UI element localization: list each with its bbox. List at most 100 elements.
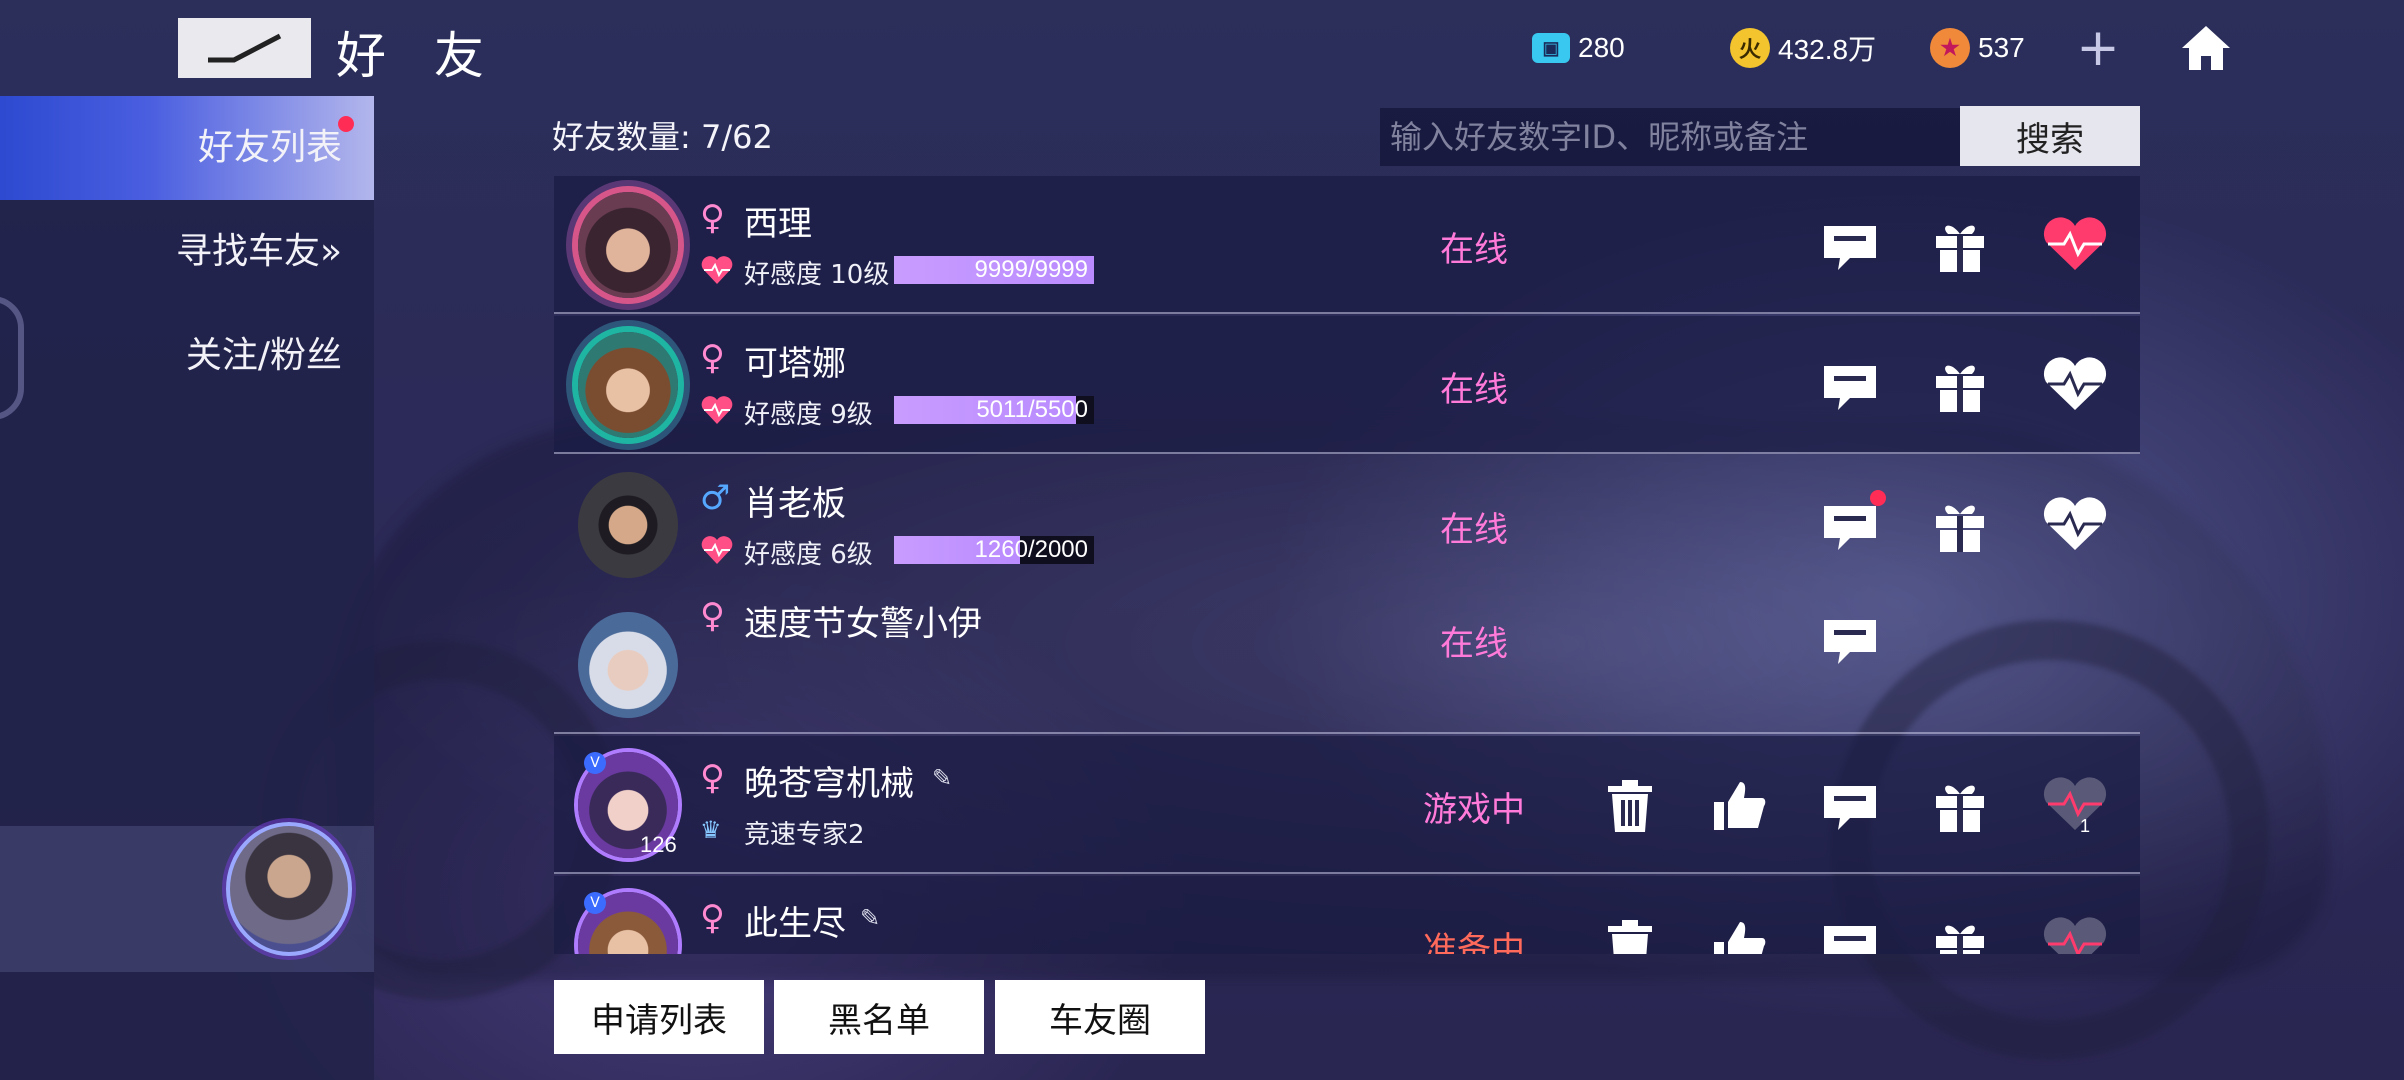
row-divider: [554, 312, 2140, 314]
back-arrow-icon: [208, 33, 282, 63]
top-bar: 好 友 ▣ 280 火 432.8万 ★ 537 +: [0, 0, 2404, 96]
page-title: 好 友: [336, 27, 500, 85]
like-icon[interactable]: [1710, 776, 1770, 836]
friend-name: 可塔娜: [744, 344, 846, 384]
player-level: 126: [640, 832, 677, 857]
edit-remark-icon[interactable]: ✎: [932, 764, 952, 792]
gift-icon[interactable]: [1930, 216, 1990, 276]
intimacy-heart-icon[interactable]: [2040, 494, 2110, 554]
sidebar-decoration: [0, 296, 24, 420]
gift-icon[interactable]: [1930, 776, 1990, 836]
message-icon[interactable]: [1820, 610, 1880, 670]
affinity-label: 好感度 6级: [744, 540, 873, 570]
avatar[interactable]: [578, 192, 678, 298]
sidebar-item-find-racers[interactable]: 寻找车友»: [0, 200, 374, 304]
friend-name: 速度节女警小伊: [744, 604, 982, 644]
female-icon: ♀: [700, 198, 725, 238]
status-label: 游戏中: [1423, 790, 1525, 830]
gold-counter[interactable]: 火 432.8万: [1730, 26, 1876, 70]
female-icon: ♀: [700, 898, 725, 938]
star-coin-icon: ★: [1930, 28, 1970, 68]
row-divider: [554, 732, 2140, 734]
message-icon[interactable]: [1820, 216, 1880, 276]
status-label: 准备中: [1423, 930, 1525, 954]
ticket-counter[interactable]: ▣ 280: [1532, 26, 1625, 70]
friend-row[interactable]: ♀ 西理 好感度 10级 9999/9999 在线: [554, 176, 2140, 314]
avatar[interactable]: [578, 612, 678, 718]
my-avatar[interactable]: [226, 822, 352, 956]
sidebar-item-follow-fans[interactable]: 关注/粉丝: [0, 304, 374, 408]
gift-icon[interactable]: [1930, 916, 1990, 954]
male-icon: ♂: [700, 478, 731, 518]
unread-dot: [1870, 490, 1886, 506]
avatar[interactable]: [578, 332, 678, 438]
female-icon: ♀: [700, 758, 725, 798]
rank-label: 竞速专家2: [744, 820, 865, 850]
avatar[interactable]: [578, 472, 678, 578]
friend-row[interactable]: V 126 ♀ 晚苍穹机械 ✎ ♛ 竞速专家2 游戏中 1: [554, 736, 2140, 874]
delete-icon[interactable]: [1600, 776, 1660, 836]
friend-name: 晚苍穹机械: [744, 764, 914, 804]
status-label: 在线: [1440, 230, 1508, 270]
star-coin-counter[interactable]: ★ 537: [1930, 26, 2025, 70]
moments-button[interactable]: 车友圈: [995, 980, 1205, 1054]
message-icon[interactable]: [1820, 776, 1880, 836]
apply-list-button[interactable]: 申请列表: [554, 980, 764, 1054]
friend-row[interactable]: ♀ 可塔娜 好感度 9级 5011/5500 在线: [554, 316, 2140, 454]
status-label: 在线: [1440, 624, 1508, 664]
rank-badge-icon: ♛: [700, 816, 722, 844]
sidebar-item-label: 关注/粉丝: [185, 335, 342, 376]
back-button[interactable]: [178, 18, 311, 78]
message-icon[interactable]: [1820, 356, 1880, 416]
message-icon: [1824, 506, 1876, 550]
add-currency-button[interactable]: +: [2076, 20, 2120, 76]
friend-list[interactable]: ♀ 西理 好感度 10级 9999/9999 在线 ♀ 可塔娜 好感度 9级 5…: [554, 176, 2140, 954]
row-divider: [554, 872, 2140, 874]
gold-value: 432.8万: [1778, 34, 1877, 65]
friend-row[interactable]: ♂ 肖老板 好感度 6级 1260/2000 在线: [554, 456, 2140, 594]
affinity-label: 好感度 10级: [744, 260, 890, 290]
intimacy-heart-icon[interactable]: [2040, 914, 2110, 954]
sidebar-item-label: 寻找车友»: [175, 231, 342, 272]
affinity-value: 1260/2000: [974, 536, 1088, 563]
friend-name: 此生尽: [744, 904, 846, 944]
affinity-value: 5011/5500: [976, 396, 1088, 423]
sidebar-item-friend-list[interactable]: 好友列表: [0, 96, 374, 200]
friend-name: 肖老板: [744, 484, 846, 524]
status-label: 在线: [1440, 370, 1508, 410]
affinity-heart-icon: [701, 536, 733, 564]
affinity-bar: 9999/9999: [894, 256, 1094, 284]
affinity-label: 好感度 9级: [744, 400, 873, 430]
like-icon[interactable]: [1710, 916, 1770, 954]
message-icon[interactable]: [1820, 916, 1880, 954]
delete-icon[interactable]: [1600, 916, 1660, 954]
affinity-heart-icon: [701, 396, 733, 424]
blacklist-button[interactable]: 黑名单: [774, 980, 984, 1054]
search-input[interactable]: [1380, 108, 1960, 166]
vip-badge: V: [584, 752, 606, 774]
friend-count: 好友数量: 7/62: [552, 118, 773, 156]
vip-badge: V: [584, 892, 606, 914]
message-button[interactable]: [1820, 490, 1886, 556]
friend-row[interactable]: ♀ 速度节女警小伊 在线: [554, 596, 2140, 734]
ticket-value: 280: [1578, 32, 1625, 63]
intimacy-heart-icon[interactable]: [2040, 354, 2110, 414]
edit-remark-icon[interactable]: ✎: [860, 904, 880, 932]
friend-name: 西理: [744, 204, 812, 244]
female-icon: ♀: [700, 338, 725, 378]
affinity-heart-icon: [701, 256, 733, 284]
home-icon[interactable]: [2180, 22, 2232, 74]
gift-icon[interactable]: [1930, 356, 1990, 416]
heart-count: 1: [2080, 816, 2091, 836]
gift-icon[interactable]: [1930, 496, 1990, 556]
intimacy-heart-icon[interactable]: [2040, 214, 2110, 274]
female-icon: ♀: [700, 596, 725, 636]
search-button[interactable]: 搜索: [1960, 106, 2140, 166]
row-divider: [554, 452, 2140, 454]
notification-dot: [338, 116, 354, 132]
status-label: 在线: [1440, 510, 1508, 550]
friend-row[interactable]: V ♀ 此生尽 ✎ 准备中 1: [554, 876, 2140, 954]
intimacy-heart-icon[interactable]: [2040, 774, 2110, 834]
ticket-icon: ▣: [1532, 33, 1570, 63]
affinity-bar: 5011/5500: [894, 396, 1094, 424]
